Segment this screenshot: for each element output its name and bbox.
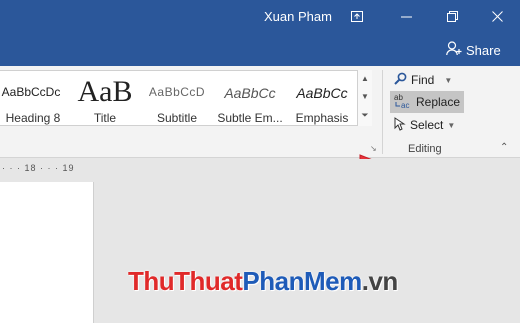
watermark-logo: ThuThuatPhanMem.vn (128, 266, 398, 297)
close-icon[interactable] (474, 0, 520, 33)
styles-gallery: AaBbCcDc Heading 8 AaB Title AaBbCcD Sub… (0, 70, 372, 126)
tab-bar: Share (0, 33, 520, 66)
svg-text:ac: ac (401, 101, 409, 109)
share-button[interactable]: Share (446, 41, 501, 59)
replace-label: Replace (416, 95, 461, 109)
select-button[interactable]: Select ▼ (390, 114, 459, 136)
editing-group-label: Editing (408, 143, 442, 155)
style-sample: AaBbCcDc (1, 85, 61, 99)
style-label: Subtitle (156, 111, 198, 125)
style-sample: AaBbCcD (148, 85, 206, 99)
user-name[interactable]: Xuan Pham (264, 9, 332, 24)
share-label: Share (466, 42, 501, 58)
style-label: Title (93, 111, 117, 125)
replace-button[interactable]: ab ac Replace (390, 91, 465, 113)
style-sample: AaBbCc (224, 85, 276, 101)
watermark-part2: Thuat (174, 266, 243, 296)
gallery-more-icon[interactable]: ⏷ (358, 106, 372, 124)
watermark-part1: Thu (128, 266, 175, 296)
style-title[interactable]: AaB Title (72, 71, 138, 125)
minimize-icon[interactable] (383, 0, 429, 33)
chevron-down-icon: ▼ (447, 120, 456, 130)
style-subtitle[interactable]: AaBbCcD Subtitle (142, 71, 212, 125)
select-label: Select (410, 118, 444, 132)
watermark-part4: .vn (361, 266, 399, 296)
style-subtle-emphasis[interactable]: AaBbCc Subtle Em... (214, 71, 286, 125)
style-heading-8[interactable]: AaBbCcDc Heading 8 (0, 71, 66, 125)
group-separator (382, 70, 383, 154)
ruler-marks: · · · 18 · · · 19 (2, 163, 75, 173)
watermark-part3: PhanMem (242, 266, 362, 296)
ribbon-display-options-icon[interactable] (334, 0, 380, 33)
style-label: Emphasis (295, 111, 349, 125)
find-label: Find (411, 73, 435, 87)
scroll-down-icon[interactable]: ▼ (358, 88, 372, 106)
title-bar: Xuan Pham (0, 0, 520, 33)
gallery-scroll[interactable]: ▲ ▼ ⏷ (357, 70, 372, 126)
search-icon (394, 72, 407, 88)
collapse-ribbon-icon[interactable]: ⌃ (500, 142, 508, 153)
style-label: Subtle Em... (217, 111, 283, 125)
horizontal-ruler[interactable]: · · · 18 · · · 19 (0, 159, 520, 179)
restore-icon[interactable] (429, 0, 475, 33)
style-sample: AaB (77, 75, 133, 108)
find-button[interactable]: Find ▼ (390, 69, 456, 91)
chevron-down-icon: ▼ (444, 75, 453, 85)
document-page[interactable] (0, 182, 94, 323)
style-emphasis[interactable]: AaBbCc Emphasis (288, 71, 356, 125)
scroll-up-icon[interactable]: ▲ (358, 70, 372, 88)
style-label: Heading 8 (5, 111, 61, 125)
cursor-icon (394, 116, 406, 134)
person-icon (446, 41, 462, 59)
style-sample: AaBbCc (296, 85, 348, 101)
replace-icon: ab ac (394, 93, 412, 112)
ribbon: AaBbCcDc Heading 8 AaB Title AaBbCcD Sub… (0, 66, 520, 178)
